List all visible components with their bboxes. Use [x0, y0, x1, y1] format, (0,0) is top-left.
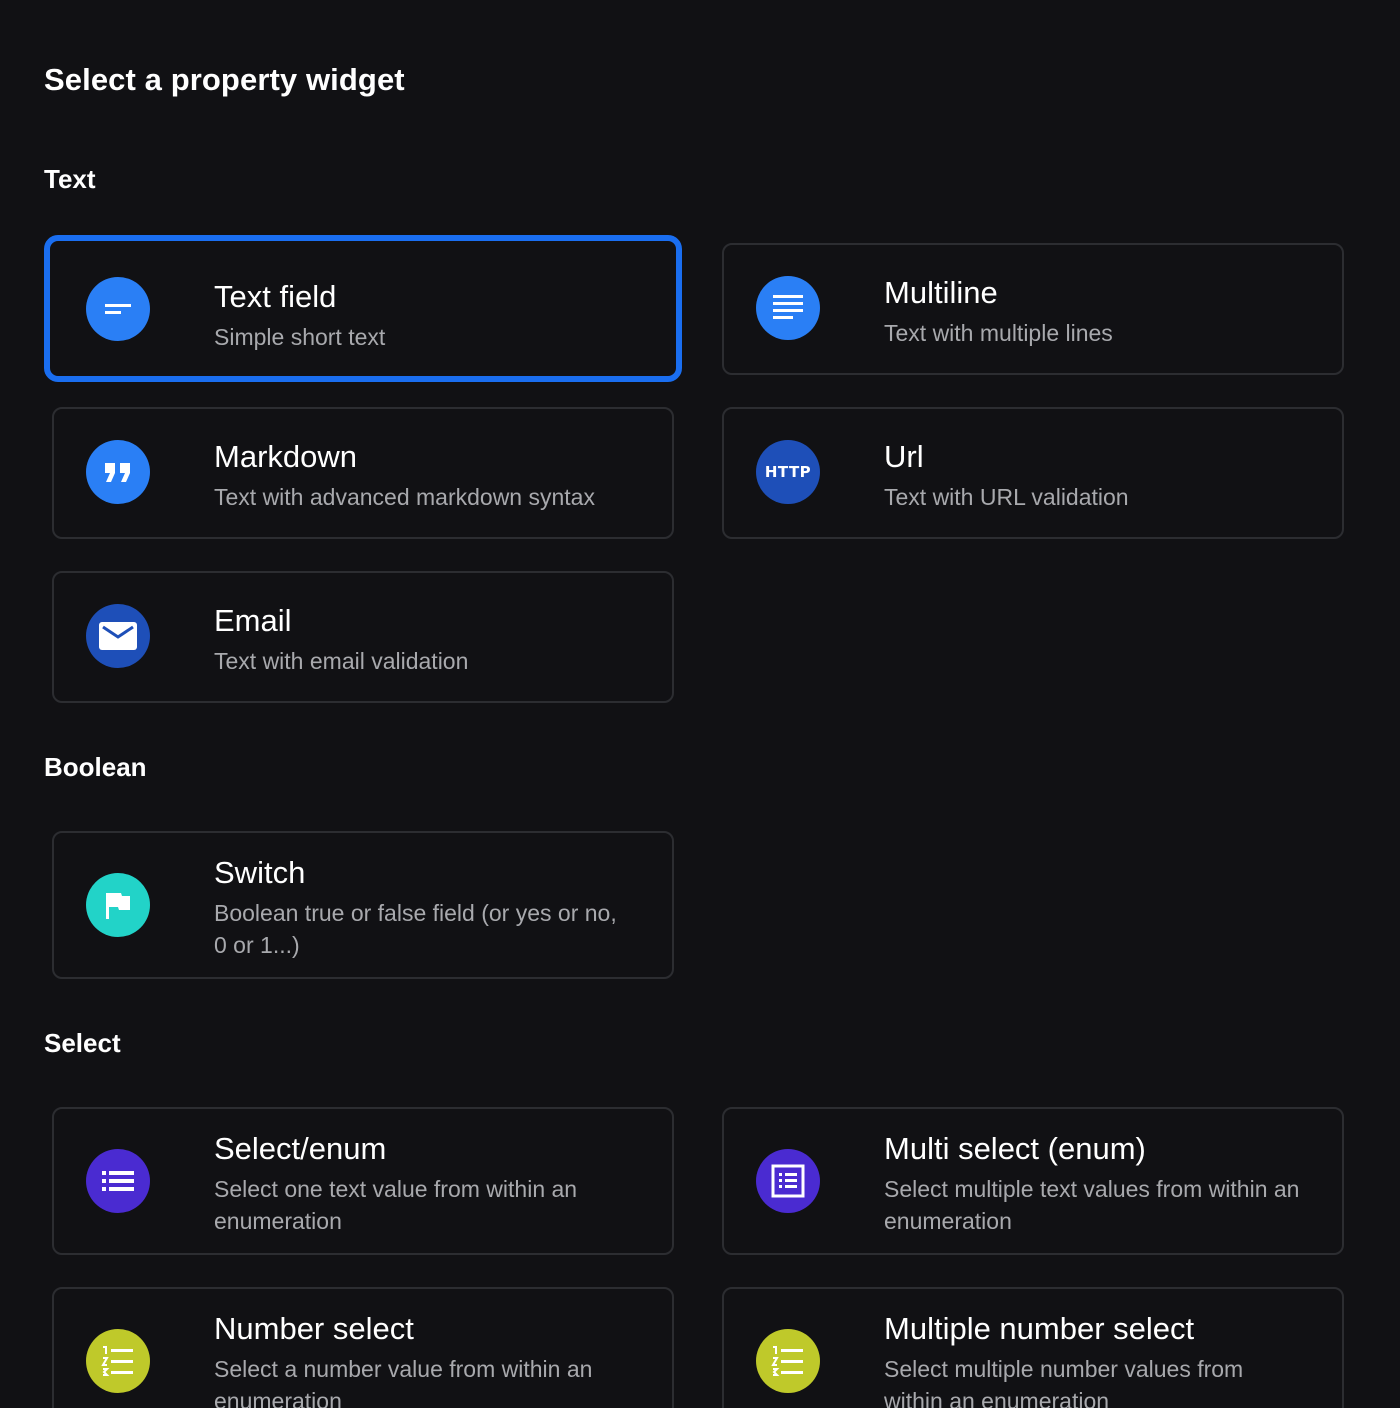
short-text-icon	[86, 277, 150, 341]
widget-description: Text with multiple lines	[884, 320, 1113, 346]
widget-card-switch[interactable]: Switch Boolean true or false field (or y…	[52, 831, 674, 979]
widget-card-select-enum[interactable]: Select/enum Select one text value from w…	[52, 1107, 674, 1255]
section-label-text: Text	[44, 164, 96, 194]
flag-icon	[86, 873, 150, 937]
http-icon-text: HTTP	[764, 463, 812, 481]
http-icon: HTTP	[756, 440, 820, 504]
widget-description: Text with URL validation	[884, 484, 1129, 510]
widget-card-number-select[interactable]: Number select Select a number value from…	[52, 1287, 674, 1408]
quote-icon	[86, 440, 150, 504]
widget-picker-page: Select a property widget Text Text field…	[0, 0, 1400, 1408]
widget-title: Select/enum	[214, 1131, 387, 1166]
widget-description: Select multiple number values from withi…	[884, 1356, 1244, 1408]
widget-description: Boolean true or false field (or yes or n…	[214, 900, 617, 958]
widget-title: Url	[884, 439, 924, 474]
widget-title: Multi select (enum)	[884, 1131, 1146, 1166]
widget-description: Select a number value from within an enu…	[214, 1356, 593, 1408]
list-alt-icon	[756, 1149, 820, 1213]
widget-description: Text with email validation	[214, 648, 469, 674]
page-title: Select a property widget	[44, 62, 405, 97]
widget-card-url[interactable]: HTTP Url Text with URL validation	[722, 407, 1344, 539]
multiline-text-icon	[756, 276, 820, 340]
widget-title: Multiple number select	[884, 1311, 1195, 1346]
mail-icon	[86, 604, 150, 668]
widget-title: Text field	[214, 279, 337, 314]
list-icon	[86, 1149, 150, 1213]
section-label-select: Select	[44, 1028, 121, 1058]
widget-card-text-field[interactable]: Text field Simple short text	[44, 235, 682, 382]
widget-title: Email	[214, 603, 292, 638]
widget-title: Number select	[214, 1311, 414, 1346]
widget-title: Multiline	[884, 275, 998, 310]
widget-card-email[interactable]: Email Text with email validation	[52, 571, 674, 703]
widget-description: Text with advanced markdown syntax	[214, 484, 595, 510]
numbered-list-icon	[756, 1329, 820, 1393]
widget-description: Simple short text	[214, 324, 386, 350]
section-label-boolean: Boolean	[44, 752, 147, 782]
widget-card-multiple-number-select[interactable]: Multiple number select Select multiple n…	[722, 1287, 1344, 1408]
widget-description: Select one text value from within an enu…	[214, 1176, 578, 1234]
widget-title: Markdown	[214, 439, 357, 474]
widget-card-multiline[interactable]: Multiline Text with multiple lines	[722, 243, 1344, 375]
widget-description: Select multiple text values from within …	[884, 1176, 1300, 1234]
widget-title: Switch	[214, 855, 306, 890]
widget-card-markdown[interactable]: Markdown Text with advanced markdown syn…	[52, 407, 674, 539]
widget-card-multi-select-enum[interactable]: Multi select (enum) Select multiple text…	[722, 1107, 1344, 1255]
numbered-list-icon	[86, 1329, 150, 1393]
